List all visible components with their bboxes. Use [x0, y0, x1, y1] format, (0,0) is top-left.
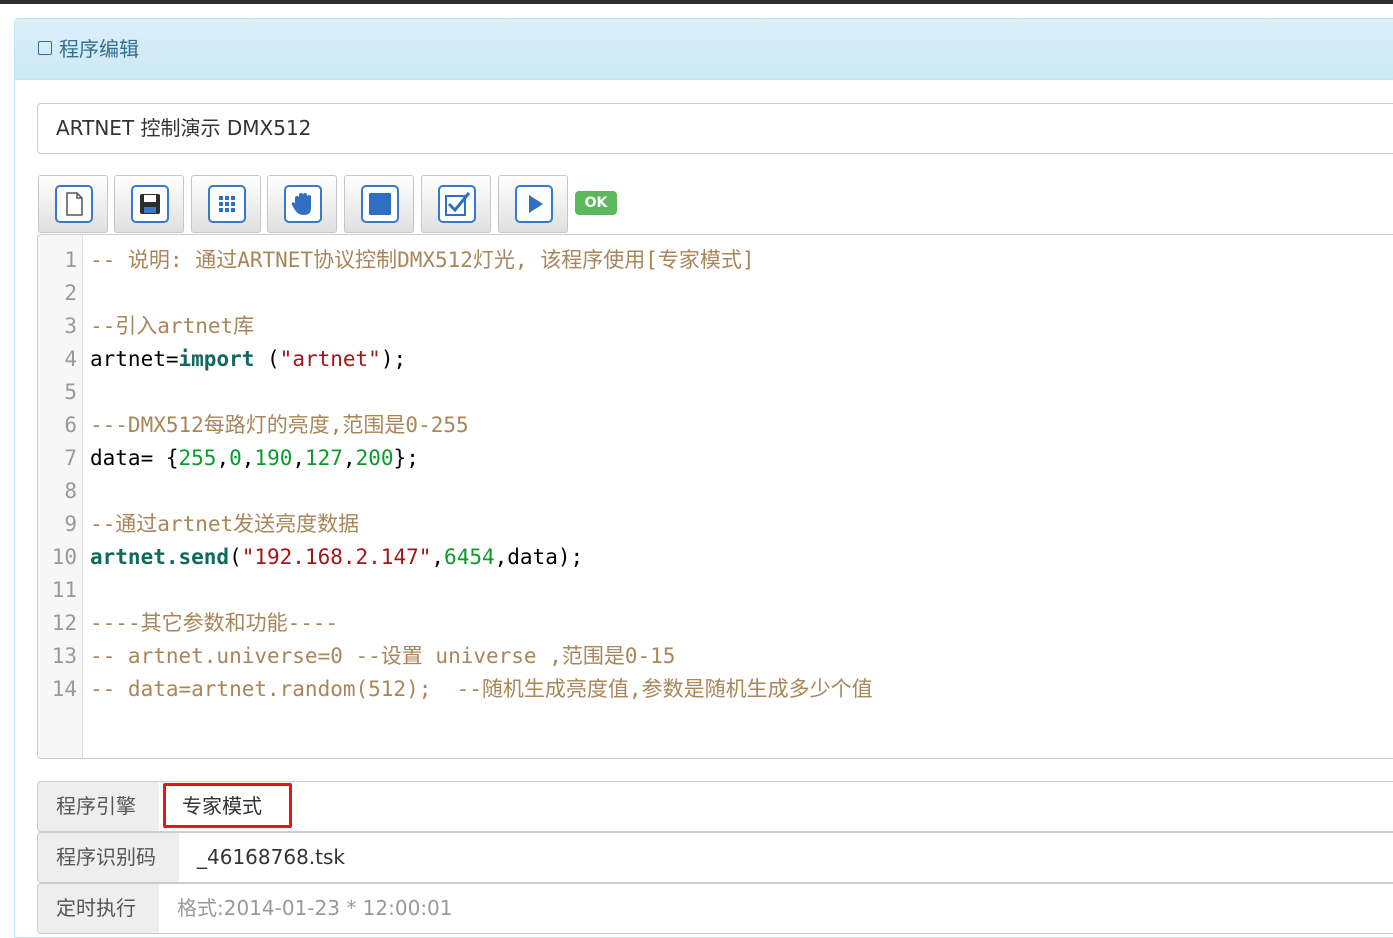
grid-icon: [208, 185, 246, 223]
code-token: artnet.send: [90, 545, 230, 569]
timer-label: 定时执行: [37, 883, 160, 934]
line-number: 6: [64, 413, 77, 437]
code-line[interactable]: -- data=artnet.random(512); --随机生成亮度值,参数…: [90, 673, 873, 706]
code-line[interactable]: artnet=import ("artnet");: [90, 343, 406, 376]
line-number: 1: [64, 248, 77, 272]
line-number: 11: [51, 578, 77, 602]
code-token: 190: [254, 446, 293, 470]
code-line[interactable]: -- 说明: 通过ARTNET协议控制DMX512灯光, 该程序使用[专家模式]: [90, 244, 755, 277]
code-line[interactable]: data= {255,0,190,127,200};: [90, 442, 419, 475]
program-name-input[interactable]: ARTNET 控制演示 DMX512: [37, 103, 1393, 154]
code-token: 6454: [444, 545, 495, 569]
engine-select[interactable]: 专家模式: [159, 781, 1393, 832]
code-token: --引入artnet库: [90, 314, 255, 338]
panel-heading: 程序编辑: [15, 19, 1393, 80]
code-token: -- data=artnet.random(512); --随机生成亮度值,参数…: [90, 677, 873, 701]
code-token: ---DMX512每路灯的亮度,范围是0-255: [90, 413, 469, 437]
code-line[interactable]: --通过artnet发送亮度数据: [90, 508, 359, 541]
panel-title: 程序编辑: [59, 37, 139, 61]
program-id-label: 程序识别码: [37, 832, 180, 883]
line-number: 8: [64, 479, 77, 503]
line-number: 4: [64, 347, 77, 371]
code-line[interactable]: artnet.send("192.168.2.147",6454,data);: [90, 541, 583, 574]
stop-button[interactable]: [344, 175, 414, 233]
floppy-disk-icon: [131, 185, 169, 223]
line-number: 7: [64, 446, 77, 470]
line-number: 13: [51, 644, 77, 668]
code-token: import: [178, 347, 255, 371]
window-top-bar: [0, 0, 1393, 4]
code-token: ,data);: [494, 545, 584, 569]
new-file-button[interactable]: [38, 175, 108, 233]
engine-label: 程序引擎: [37, 781, 160, 832]
line-number: 14: [51, 677, 77, 701]
grid-button[interactable]: [191, 175, 261, 233]
checkbox-icon: [438, 185, 476, 223]
file-icon: [55, 185, 93, 223]
code-token: ,: [431, 545, 445, 569]
code-token: -- artnet.universe=0 --设置 universe ,范围是0…: [90, 644, 676, 668]
code-token: "artnet": [279, 347, 381, 371]
code-line[interactable]: --引入artnet库: [90, 310, 254, 343]
timer-row: 定时执行 格式:2014-01-23 * 12:00:01: [37, 883, 1393, 934]
line-number: 3: [64, 314, 77, 338]
line-number: 5: [64, 380, 77, 404]
code-line[interactable]: ---DMX512每路灯的亮度,范围是0-255: [90, 409, 469, 442]
code-token: ,: [342, 446, 356, 470]
play-icon: [515, 185, 553, 223]
code-token: artnet=: [90, 347, 179, 371]
save-button[interactable]: [114, 175, 184, 233]
timer-input[interactable]: 格式:2014-01-23 * 12:00:01: [159, 883, 1393, 934]
line-number: 10: [51, 545, 77, 569]
program-id-field[interactable]: _46168768.tsk: [179, 832, 1393, 883]
check-button[interactable]: [421, 175, 491, 233]
code-token: };: [393, 446, 419, 470]
code-line[interactable]: ----其它参数和功能----: [90, 607, 338, 640]
code-token: --通过artnet发送亮度数据: [90, 512, 360, 536]
code-token: data= {: [90, 446, 179, 470]
code-token: "192.168.2.147": [241, 545, 432, 569]
code-token: (: [254, 347, 280, 371]
line-number: 2: [64, 281, 77, 305]
hand-icon: [284, 185, 322, 223]
square-icon: [38, 41, 52, 55]
hand-button[interactable]: [267, 175, 337, 233]
code-token: 0: [229, 446, 242, 470]
code-token: -- 说明: 通过ARTNET协议控制DMX512灯光, 该程序使用[专家模式]: [90, 248, 755, 272]
code-token: ,: [216, 446, 230, 470]
line-number: 12: [51, 611, 77, 635]
code-token: );: [380, 347, 407, 371]
code-token: 200: [355, 446, 394, 470]
run-button[interactable]: [498, 175, 568, 233]
code-line[interactable]: -- artnet.universe=0 --设置 universe ,范围是0…: [90, 640, 675, 673]
code-token: ,: [241, 446, 255, 470]
code-token: (: [229, 545, 242, 569]
code-editor[interactable]: 1 -- 说明: 通过ARTNET协议控制DMX512灯光, 该程序使用[专家模式…: [37, 234, 1393, 759]
stop-icon: [361, 185, 399, 223]
highlight-annotation: [163, 783, 292, 828]
code-token: 127: [305, 446, 343, 470]
program-id-row: 程序识别码 _46168768.tsk: [37, 832, 1393, 883]
code-token: 255: [178, 446, 217, 470]
line-number: 9: [64, 512, 77, 536]
code-token: ,: [292, 446, 306, 470]
code-token: ----其它参数和功能----: [90, 611, 339, 635]
status-badge: OK: [575, 191, 617, 215]
